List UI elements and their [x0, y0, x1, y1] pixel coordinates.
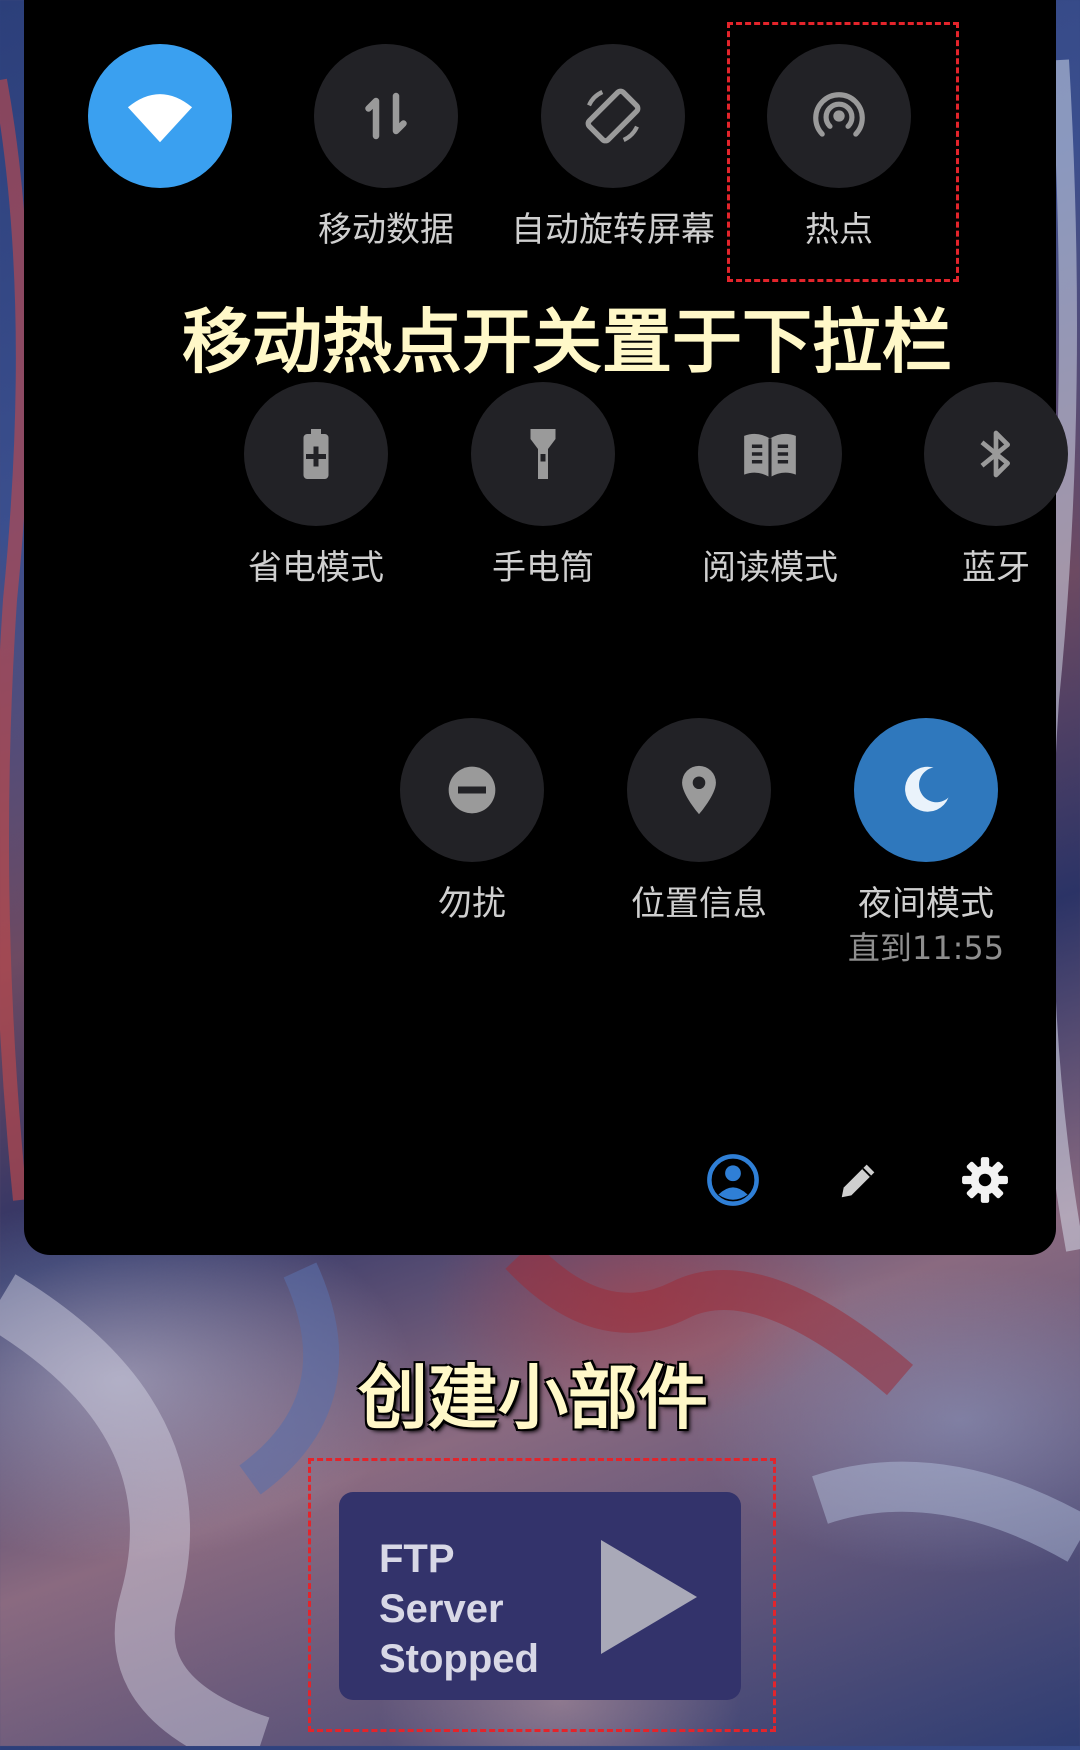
tile-do-not-disturb-button[interactable] — [400, 718, 544, 862]
tile-auto-rotate[interactable]: 自动旋转屏幕 — [493, 44, 733, 252]
user-account-icon — [707, 1154, 759, 1206]
tile-bluetooth-button[interactable] — [924, 382, 1068, 526]
edit-button[interactable] — [829, 1150, 889, 1210]
tile-night-mode[interactable]: 夜间模式 直到11:55 — [806, 718, 1046, 970]
tile-mobile-data-button[interactable] — [314, 44, 458, 188]
tile-label: 自动旋转屏幕 — [511, 210, 715, 250]
hotspot-caption: 移动热点开关置于下拉栏 — [182, 301, 952, 383]
tile-reading-mode-button[interactable] — [698, 382, 842, 526]
widget-status: Stopped — [379, 1637, 539, 1681]
tile-label: 蓝牙 — [962, 548, 1030, 588]
settings-gear-icon — [962, 1157, 1008, 1203]
tile-location-button[interactable] — [627, 718, 771, 862]
tile-do-not-disturb[interactable]: 勿扰 — [352, 718, 592, 926]
tile-mobile-data[interactable]: 移动数据 — [266, 44, 506, 252]
tile-sublabel: 直到11:55 — [847, 929, 1005, 967]
mobile-data-icon — [365, 92, 407, 140]
tile-battery-saver-button[interactable] — [244, 382, 388, 526]
tile-night-mode-button[interactable] — [854, 718, 998, 862]
tile-label: 移动数据 — [318, 210, 454, 250]
do-not-disturb-icon — [448, 766, 496, 814]
battery-saver-icon — [303, 429, 329, 479]
tile-auto-rotate-button[interactable] — [541, 44, 685, 188]
tile-label: 阅读模式 — [702, 548, 838, 588]
tile-location[interactable]: 位置信息 — [579, 718, 819, 926]
tile-wifi[interactable] — [40, 44, 280, 208]
reading-mode-icon — [744, 433, 796, 478]
tile-label: 位置信息 — [631, 884, 767, 924]
user-account-button[interactable] — [703, 1150, 763, 1210]
settings-button[interactable] — [955, 1150, 1015, 1210]
tile-flashlight[interactable]: 手电筒 — [423, 382, 663, 590]
bluetooth-icon — [980, 430, 1010, 478]
hotspot-highlight-box — [727, 22, 959, 282]
widget-caption: 创建小部件 — [358, 1357, 708, 1439]
tile-flashlight-button[interactable] — [471, 382, 615, 526]
tile-bluetooth[interactable]: 蓝牙 — [876, 382, 1080, 590]
tile-reading-mode[interactable]: 阅读模式 — [650, 382, 890, 590]
flashlight-icon — [530, 429, 556, 479]
tile-wifi-button[interactable] — [88, 44, 232, 188]
widget-text: FTP Server Stopped — [379, 1534, 539, 1684]
widget-line-ftp: FTP — [379, 1537, 455, 1581]
location-icon — [682, 765, 716, 815]
tile-label: 夜间模式 — [858, 884, 994, 924]
tile-label: 省电模式 — [248, 548, 384, 588]
tile-label: 勿扰 — [438, 884, 506, 924]
tile-battery-saver[interactable]: 省电模式 — [196, 382, 436, 590]
tile-label: 手电筒 — [492, 548, 594, 588]
ftp-server-widget[interactable]: FTP Server Stopped — [339, 1492, 741, 1700]
night-mode-icon — [905, 766, 949, 812]
edit-pencil-icon — [841, 1164, 875, 1198]
widget-line-server: Server — [379, 1587, 504, 1631]
play-icon[interactable] — [597, 1538, 701, 1656]
wifi-icon — [127, 94, 193, 143]
auto-rotate-icon — [585, 88, 641, 144]
